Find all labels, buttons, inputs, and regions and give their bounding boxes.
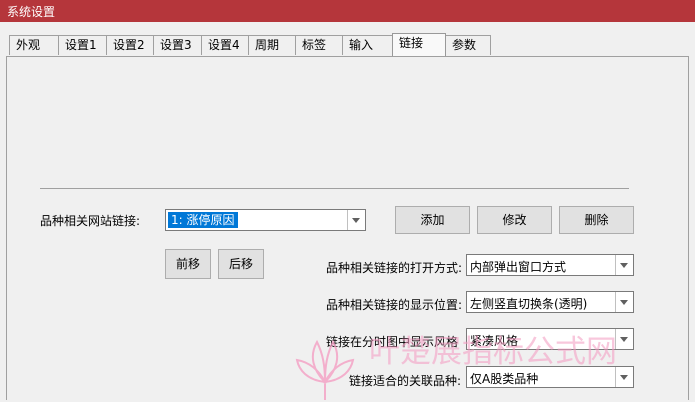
- window-titlebar: 系统设置: [0, 0, 695, 22]
- tab-tags[interactable]: 标签: [295, 35, 343, 55]
- chevron-down-icon[interactable]: [615, 367, 633, 387]
- tab-appearance[interactable]: 外观: [9, 35, 59, 55]
- site-link-label: 品种相关网站链接:: [40, 214, 141, 228]
- tab-settings4[interactable]: 设置4: [201, 35, 249, 55]
- delete-button[interactable]: 删除: [559, 206, 634, 234]
- applicable-category-value: 仅A股类品种: [470, 372, 539, 386]
- applicable-category-label: 链接适合的关联品种:: [349, 374, 462, 388]
- site-link-combo[interactable]: 1: 涨停原因: [165, 209, 366, 231]
- tab-input[interactable]: 输入: [342, 35, 393, 55]
- move-up-button[interactable]: 前移: [165, 249, 211, 279]
- tab-params[interactable]: 参数: [445, 35, 491, 55]
- display-position-label: 品种相关链接的显示位置:: [326, 298, 463, 312]
- display-position-combo[interactable]: 左侧竖直切换条(透明): [466, 291, 634, 313]
- edit-button[interactable]: 修改: [477, 206, 552, 234]
- tab-settings1[interactable]: 设置1: [58, 35, 107, 55]
- timeshare-style-combo[interactable]: 紧凑风格: [466, 328, 634, 350]
- chevron-down-icon[interactable]: [615, 255, 633, 275]
- move-down-button[interactable]: 后移: [218, 249, 264, 279]
- open-mode-value: 内部弹出窗口方式: [470, 260, 567, 274]
- display-position-value: 左侧竖直切换条(透明): [470, 297, 588, 311]
- window-title: 系统设置: [7, 5, 56, 19]
- open-mode-combo[interactable]: 内部弹出窗口方式: [466, 254, 634, 276]
- timeshare-style-label: 链接在分时图中显示风格: [326, 335, 459, 349]
- add-button[interactable]: 添加: [395, 206, 470, 234]
- tab-period[interactable]: 周期: [248, 35, 296, 55]
- tab-settings3[interactable]: 设置3: [153, 35, 202, 55]
- timeshare-style-value: 紧凑风格: [470, 334, 519, 348]
- separator-line: [40, 188, 629, 189]
- chevron-down-icon[interactable]: [347, 210, 365, 230]
- tab-links[interactable]: 链接: [392, 33, 446, 57]
- tab-bar: 外观 设置1 设置2 设置3 设置4 周期 标签 输入 参数 链接: [0, 33, 695, 57]
- chevron-down-icon[interactable]: [615, 329, 633, 349]
- site-link-value: 1: 涨停原因: [168, 212, 238, 228]
- tab-settings2[interactable]: 设置2: [106, 35, 154, 55]
- open-mode-label: 品种相关链接的打开方式:: [326, 261, 463, 275]
- applicable-category-combo[interactable]: 仅A股类品种: [466, 366, 634, 388]
- chevron-down-icon[interactable]: [615, 292, 633, 312]
